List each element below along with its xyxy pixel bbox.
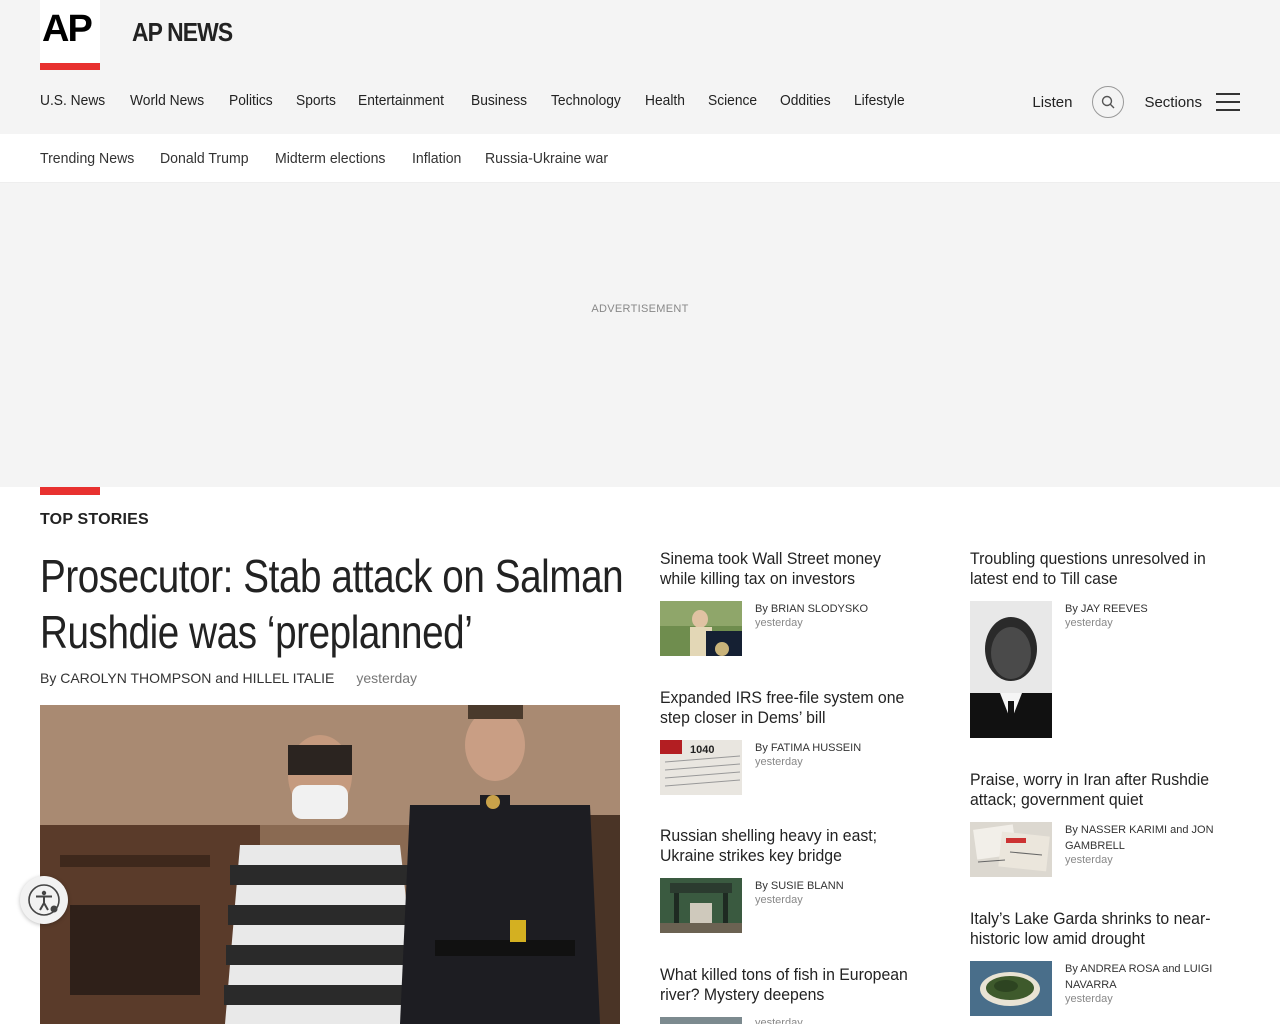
accessibility-button[interactable] (20, 876, 68, 924)
section-red-mark (40, 487, 100, 495)
story-headline[interactable]: What killed tons of fish in European riv… (660, 965, 916, 1005)
sections-button[interactable]: Sections (1144, 94, 1202, 111)
story-thumbnail[interactable] (970, 961, 1052, 1016)
svg-text:1040: 1040 (690, 744, 714, 756)
story-time: yesterday (755, 1017, 803, 1024)
logo-text: AP (42, 8, 93, 50)
story-headline[interactable]: Italy’s Lake Garda shrinks to near-histo… (970, 909, 1226, 949)
search-button[interactable] (1092, 86, 1125, 118)
lead-headline-line-2: Rushdie was ‘preplanned’ (40, 606, 473, 658)
accessibility-icon (28, 884, 60, 916)
trending-item-label[interactable]: Trending News (40, 150, 134, 167)
nav-item-sports[interactable]: Sports (296, 92, 336, 109)
lead-headline-line-1: Prosecutor: Stab attack on Salman (40, 550, 624, 602)
story-thumbnail[interactable] (660, 878, 742, 933)
nav-item-lifestyle[interactable]: Lifestyle (854, 92, 905, 109)
lead-author: By CAROLYN THOMPSON and HILLEL ITALIE (40, 670, 335, 686)
story-time: yesterday (755, 894, 803, 906)
advertisement-slot: ADVERTISEMENT (0, 183, 1280, 487)
story-card[interactable]: Russian shelling heavy in east; Ukraine … (660, 826, 920, 934)
trending-item-inflation[interactable]: Inflation (412, 150, 461, 167)
nav-item-world-news[interactable]: World News (130, 92, 204, 109)
story-time: yesterday (755, 756, 803, 768)
header-actions: Listen Sections (1032, 85, 1240, 119)
advertisement-label: ADVERTISEMENT (591, 303, 689, 315)
story-headline[interactable]: Praise, worry in Iran after Rushdie atta… (970, 770, 1226, 810)
story-author: By BRIAN SLODYSKO (755, 603, 869, 615)
courtroom-photo (40, 705, 620, 1024)
story-time: yesterday (755, 617, 803, 629)
search-icon (1102, 95, 1115, 109)
story-thumbnail[interactable] (660, 1017, 742, 1024)
menu-icon[interactable] (1216, 93, 1240, 111)
logo-red-bar (40, 63, 100, 70)
story-author: By FATIMA HUSSEIN (755, 742, 862, 754)
story-time: yesterday (1065, 854, 1113, 866)
listen-button[interactable]: Listen (1032, 94, 1072, 111)
lead-story-byline: By CAROLYN THOMPSON and HILLEL ITALIE ye… (40, 670, 417, 686)
story-thumbnail[interactable]: 1040 (660, 740, 742, 795)
lead-time: yesterday (356, 670, 418, 686)
story-card[interactable]: Sinema took Wall Street money while kill… (660, 549, 920, 657)
story-card[interactable]: Expanded IRS free-file system one step c… (660, 688, 920, 796)
nav-item-oddities[interactable]: Oddities (780, 92, 831, 109)
trending-item-midterm-elections[interactable]: Midterm elections (275, 150, 385, 167)
site-header: AP AP NEWS U.S. News World News Politics… (0, 0, 1280, 134)
top-stories-heading: TOP STORIES (40, 511, 149, 528)
story-author: By NASSER KARIMI and JON GAMBRELL (1065, 824, 1214, 852)
story-time: yesterday (1065, 617, 1113, 629)
story-thumbnail[interactable] (970, 822, 1052, 877)
lead-story-headline[interactable]: Prosecutor: Stab attack on Salman Rushdi… (40, 548, 624, 660)
story-thumbnail[interactable] (660, 601, 742, 656)
nav-item-business[interactable]: Business (471, 92, 527, 109)
story-headline[interactable]: Russian shelling heavy in east; Ukraine … (660, 826, 916, 866)
story-headline[interactable]: Expanded IRS free-file system one step c… (660, 688, 916, 728)
story-author: By SUSIE BLANN (755, 880, 844, 892)
trending-item-donald-trump[interactable]: Donald Trump (160, 150, 249, 167)
story-author: By JAY REEVES (1065, 603, 1148, 615)
story-headline[interactable]: Troubling questions unresolved in latest… (970, 549, 1226, 589)
ap-logo[interactable]: AP (40, 0, 100, 70)
nav-item-technology[interactable]: Technology (551, 92, 621, 109)
nav-item-politics[interactable]: Politics (229, 92, 273, 109)
trending-item-russia-ukraine-war[interactable]: Russia-Ukraine war (485, 150, 608, 167)
nav-item-health[interactable]: Health (645, 92, 685, 109)
nav-item-entertainment[interactable]: Entertainment (358, 92, 444, 109)
main-nav: U.S. News World News Politics Sports Ent… (40, 92, 928, 109)
story-card[interactable]: What killed tons of fish in European riv… (660, 965, 920, 1024)
story-headline[interactable]: Sinema took Wall Street money while kill… (660, 549, 916, 589)
story-card[interactable]: Troubling questions unresolved in latest… (970, 549, 1230, 738)
site-name[interactable]: AP NEWS (132, 17, 233, 48)
story-card[interactable]: Praise, worry in Iran after Rushdie atta… (970, 770, 1230, 878)
story-thumbnail[interactable] (970, 601, 1052, 738)
story-time: yesterday (1065, 993, 1113, 1005)
lead-story-photo[interactable] (40, 705, 620, 1024)
nav-item-us-news[interactable]: U.S. News (40, 92, 105, 109)
story-author: By ANDREA ROSA and LUIGI NAVARRA (1065, 963, 1213, 991)
story-card[interactable]: Italy’s Lake Garda shrinks to near-histo… (970, 909, 1230, 1017)
nav-item-science[interactable]: Science (708, 92, 757, 109)
trending-bar: Trending News Donald Trump Midterm elect… (0, 134, 1280, 183)
